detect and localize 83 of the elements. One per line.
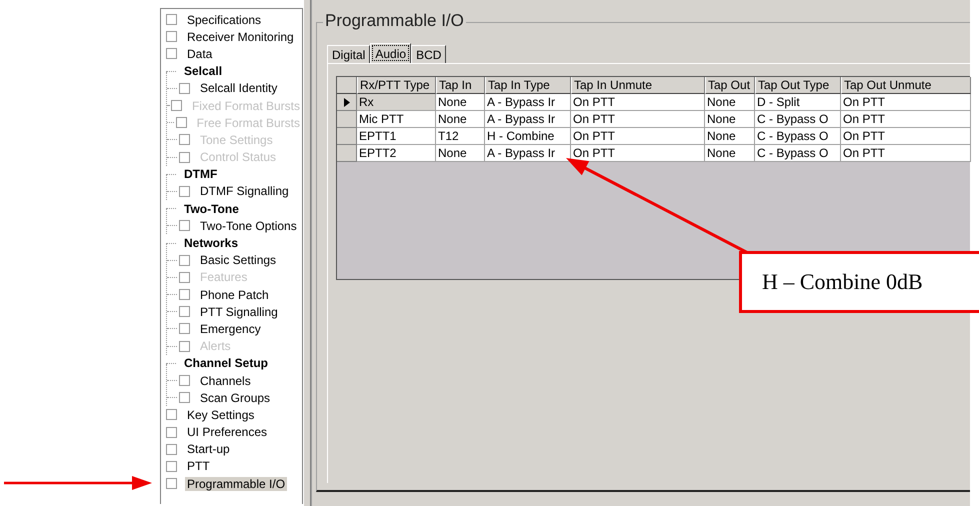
corner-cell (337, 77, 357, 94)
tree-item[interactable]: Key Settings (185, 408, 256, 422)
table-cell: On PTT (841, 94, 971, 111)
checkbox[interactable] (166, 409, 177, 420)
checkbox[interactable] (179, 186, 190, 197)
tree-group-heading[interactable]: Networks (184, 236, 238, 250)
tree-item[interactable]: Programmable I/O (185, 476, 288, 491)
tree-item[interactable]: Basic Settings (198, 253, 278, 268)
checkbox[interactable] (166, 426, 177, 438)
table-cell: None (705, 128, 755, 145)
tab[interactable]: BCD (411, 45, 446, 63)
column-header[interactable]: Tap Out (705, 77, 755, 94)
column-header[interactable]: Tap Out Type (755, 77, 841, 94)
checkbox[interactable] (179, 306, 190, 318)
tree-group-heading[interactable]: Channel Setup (184, 356, 268, 370)
table-cell: EPTT1 (357, 128, 436, 145)
splitter[interactable] (303, 0, 311, 506)
checkbox[interactable] (166, 48, 177, 60)
table-cell: None (436, 145, 485, 162)
row-header[interactable] (337, 94, 357, 111)
tree-item[interactable]: Channels (198, 374, 253, 388)
checkbox[interactable] (166, 14, 177, 26)
table-cell: On PTT (571, 145, 705, 162)
table-cell: D - Split (755, 94, 841, 111)
checkbox[interactable] (179, 220, 190, 232)
tree-item[interactable]: Two-Tone Options (198, 218, 299, 233)
table-cell: C - Bypass O (755, 145, 841, 162)
tree-item[interactable]: UI Preferences (185, 425, 270, 440)
tree-item[interactable]: Data (185, 46, 214, 61)
table-cell: None (705, 94, 755, 111)
table-cell: On PTT (841, 111, 971, 128)
table-cell: EPTT2 (357, 145, 436, 162)
column-header[interactable]: Tap Out Unmute (841, 77, 971, 94)
tree-item[interactable]: Phone Patch (198, 288, 271, 302)
column-header[interactable]: Tap In Type (485, 77, 571, 94)
column-header[interactable]: Tap In (436, 77, 485, 94)
table-cell: A - Bypass Ir (485, 111, 571, 128)
tree-group-heading[interactable]: DTMF (184, 167, 218, 182)
checkbox[interactable] (179, 82, 190, 94)
table-cell: H - Combine (485, 128, 571, 145)
current-row-icon (344, 98, 350, 106)
tree-item[interactable]: Receiver Monitoring (185, 30, 296, 44)
tab[interactable]: Audio (370, 43, 412, 63)
tree-item[interactable]: Start-up (185, 442, 232, 456)
checkbox[interactable] (179, 289, 190, 300)
tree-item[interactable]: PTT (185, 459, 212, 474)
table-cell: A - Bypass Ir (485, 94, 571, 111)
table-cell: On PTT (841, 145, 971, 162)
table-cell: C - Bypass O (755, 111, 841, 128)
tree-item[interactable]: Specifications (185, 12, 264, 27)
checkbox[interactable] (166, 31, 177, 42)
table-cell: On PTT (841, 128, 971, 145)
table-cell: Mic PTT (357, 111, 436, 128)
tree-item[interactable]: PTT Signalling (198, 304, 280, 319)
column-header[interactable]: Rx/PTT Type (357, 77, 436, 94)
checkbox[interactable] (179, 254, 190, 266)
tree-item[interactable]: Emergency (198, 322, 263, 336)
table-cell: Rx (357, 94, 436, 111)
tree-item[interactable]: Scan Groups (198, 390, 272, 405)
table-cell: None (436, 94, 485, 111)
table-cell: On PTT (571, 111, 705, 128)
table-cell: T12 (436, 128, 485, 145)
checkbox[interactable] (166, 478, 177, 490)
tree-group-heading[interactable]: Selcall (184, 64, 222, 78)
tree-item[interactable]: Selcall Identity (198, 81, 280, 96)
table-cell: None (436, 111, 485, 128)
callout: H – Combine 0dB (739, 251, 979, 313)
column-header[interactable]: Tap In Unmute (571, 77, 705, 94)
table-cell: C - Bypass O (755, 128, 841, 145)
table-cell: A - Bypass Ir (485, 145, 571, 162)
tree-group-heading[interactable]: Two-Tone (184, 202, 239, 216)
checkbox[interactable] (166, 444, 177, 455)
table-cell: On PTT (571, 94, 705, 111)
group-title: Programmable I/O (323, 11, 466, 31)
table-cell: None (705, 111, 755, 128)
tab[interactable]: Digital (327, 45, 370, 63)
checkbox[interactable] (179, 375, 190, 386)
checkbox[interactable] (179, 323, 190, 334)
table-cell: On PTT (571, 128, 705, 145)
table-cell: None (705, 145, 755, 162)
checkbox[interactable] (166, 460, 177, 472)
checkbox[interactable] (179, 392, 190, 404)
tree-item[interactable]: DTMF Signalling (198, 184, 291, 198)
